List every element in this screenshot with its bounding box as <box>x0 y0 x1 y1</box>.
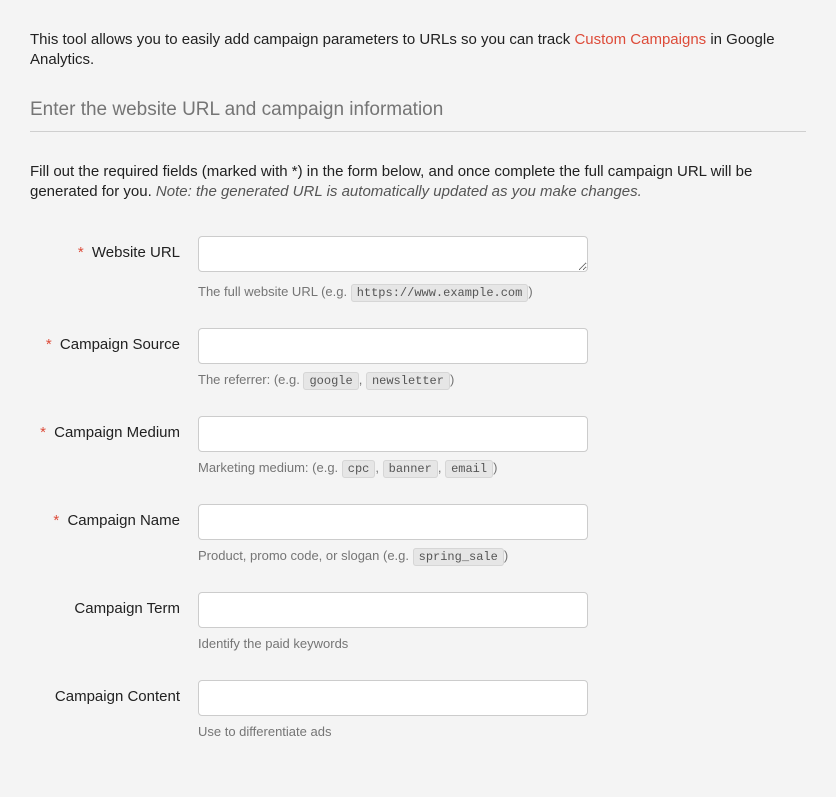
label-text: Website URL <box>92 244 180 261</box>
row-campaign-source: * Campaign Source The referrer: (e.g. go… <box>30 328 806 390</box>
row-campaign-term: Campaign Term Identify the paid keywords <box>30 592 806 654</box>
campaign-content-input[interactable] <box>198 680 588 716</box>
label-text: Campaign Term <box>74 600 180 617</box>
intro-prefix: This tool allows you to easily add campa… <box>30 31 574 48</box>
row-website-url: * Website URL The full website URL (e.g.… <box>30 236 806 302</box>
label-campaign-content: Campaign Content <box>30 680 198 705</box>
label-campaign-medium: * Campaign Medium <box>30 416 198 441</box>
required-mark: * <box>40 424 46 441</box>
required-mark: * <box>78 244 84 261</box>
row-campaign-content: Campaign Content Use to differentiate ad… <box>30 680 806 742</box>
row-campaign-name: * Campaign Name Product, promo code, or … <box>30 504 806 566</box>
required-mark: * <box>46 336 52 353</box>
campaign-medium-input[interactable] <box>198 416 588 452</box>
required-mark: * <box>53 512 59 529</box>
label-campaign-source: * Campaign Source <box>30 328 198 353</box>
help-campaign-medium: Marketing medium: (e.g. cpc, banner, ema… <box>198 458 588 478</box>
website-url-input[interactable] <box>198 236 588 272</box>
custom-campaigns-link[interactable]: Custom Campaigns <box>574 31 706 48</box>
intro-text: This tool allows you to easily add campa… <box>30 30 806 71</box>
label-text: Campaign Name <box>67 512 180 529</box>
help-campaign-term: Identify the paid keywords <box>198 634 588 654</box>
instructions-text: Fill out the required fields (marked wit… <box>30 162 806 203</box>
help-website-url: The full website URL (e.g. https://www.e… <box>198 282 588 302</box>
help-campaign-source: The referrer: (e.g. google, newsletter) <box>198 370 588 390</box>
label-website-url: * Website URL <box>30 236 198 261</box>
help-campaign-content: Use to differentiate ads <box>198 722 588 742</box>
campaign-name-input[interactable] <box>198 504 588 540</box>
section-heading: Enter the website URL and campaign infor… <box>30 99 806 132</box>
label-text: Campaign Medium <box>54 424 180 441</box>
label-text: Campaign Source <box>60 336 180 353</box>
help-campaign-name: Product, promo code, or slogan (e.g. spr… <box>198 546 588 566</box>
label-campaign-term: Campaign Term <box>30 592 198 617</box>
label-campaign-name: * Campaign Name <box>30 504 198 529</box>
campaign-source-input[interactable] <box>198 328 588 364</box>
instructions-note: Note: the generated URL is automatically… <box>156 183 642 200</box>
row-campaign-medium: * Campaign Medium Marketing medium: (e.g… <box>30 416 806 478</box>
campaign-term-input[interactable] <box>198 592 588 628</box>
label-text: Campaign Content <box>55 688 180 705</box>
